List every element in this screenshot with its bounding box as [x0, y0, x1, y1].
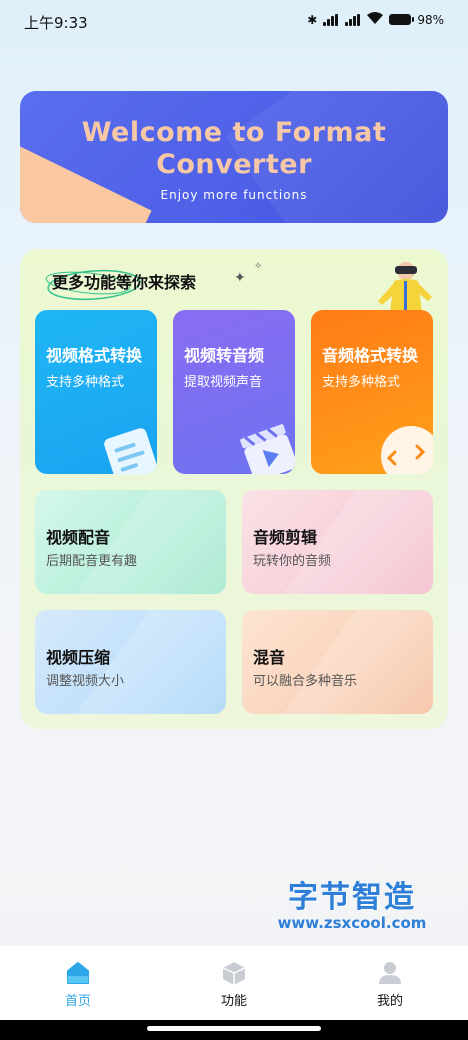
panel-title: 更多功能等你来探索	[52, 273, 197, 292]
watermark: 字节智造 www.zsxcool.com	[262, 872, 442, 932]
home-gesture-handle[interactable]	[147, 1026, 321, 1031]
video-format-convert-card[interactable]: 视频格式转换 支持多种格式	[35, 310, 157, 474]
sparkle-icon-small: ✧	[254, 261, 263, 272]
video-dubbing-card[interactable]: 视频配音 后期配音更有趣	[35, 490, 226, 594]
wifi-icon	[367, 12, 384, 27]
battery-percent: 98%	[417, 12, 444, 27]
card-title: 视频配音	[46, 528, 111, 547]
user-icon	[379, 962, 401, 984]
bottom-tab-bar: 首页 功能 我的	[0, 946, 468, 1020]
video-to-audio-card[interactable]: 视频转音频 提取视频声音	[173, 310, 295, 474]
card-subtitle: 调整视频大小	[46, 674, 125, 689]
file-icon	[104, 428, 157, 474]
card-title: 视频格式转换	[46, 346, 143, 365]
status-time: 上午9:33	[24, 14, 88, 32]
card-subtitle: 支持多种格式	[322, 375, 401, 390]
audio-mix-card[interactable]: 混音 可以融合多种音乐	[242, 610, 433, 714]
sparkle-icon: ✦	[234, 270, 246, 286]
card-title: 视频转音频	[184, 346, 265, 365]
tab-label: 我的	[376, 994, 403, 1009]
card-title: 音频格式转换	[322, 346, 419, 365]
signal-icon-2	[345, 13, 361, 26]
card-title: 视频压缩	[46, 648, 111, 667]
audio-edit-card[interactable]: 音频剪辑 玩转你的音频	[242, 490, 433, 594]
tab-profile[interactable]: 我的	[312, 946, 468, 1020]
tab-features[interactable]: 功能	[156, 946, 312, 1020]
tab-home[interactable]: 首页	[0, 946, 156, 1020]
battery-icon	[389, 14, 415, 25]
signal-icon	[323, 13, 339, 26]
clapperboard-icon	[240, 424, 295, 474]
banner-title: Welcome to Format Converter	[81, 117, 387, 180]
home-icon	[67, 962, 89, 984]
watermark-title: 字节智造	[288, 880, 416, 915]
video-compress-card[interactable]: 视频压缩 调整视频大小	[35, 610, 226, 714]
card-subtitle: 支持多种格式	[46, 375, 125, 390]
banner-subtitle: Enjoy more functions	[160, 188, 308, 202]
watermark-url: www.zsxcool.com	[277, 914, 427, 932]
bluetooth-icon: ✱	[307, 12, 318, 27]
tab-label: 首页	[64, 994, 91, 1009]
card-subtitle: 玩转你的音频	[253, 554, 332, 569]
audio-format-convert-card[interactable]: 音频格式转换 支持多种格式	[311, 310, 433, 474]
card-subtitle: 提取视频声音	[184, 375, 263, 390]
feature-panel: 更多功能等你来探索 ✦ ✧ 视频格式转换 支持多种格式 视频转音频 提取视频声音	[20, 249, 448, 729]
cube-icon	[222, 962, 246, 985]
card-title: 混音	[253, 648, 286, 667]
status-icons: ✱ 98%	[307, 12, 444, 27]
system-navigation-bar	[0, 1020, 468, 1040]
audio-face-icon	[381, 426, 433, 474]
tab-label: 功能	[220, 994, 247, 1009]
welcome-banner[interactable]: Welcome to Format Converter Enjoy more f…	[20, 91, 448, 223]
card-subtitle: 后期配音更有趣	[46, 554, 138, 569]
status-bar: 上午9:33 ✱ 98%	[0, 0, 468, 44]
card-title: 音频剪辑	[253, 528, 318, 547]
card-subtitle: 可以融合多种音乐	[253, 674, 358, 689]
